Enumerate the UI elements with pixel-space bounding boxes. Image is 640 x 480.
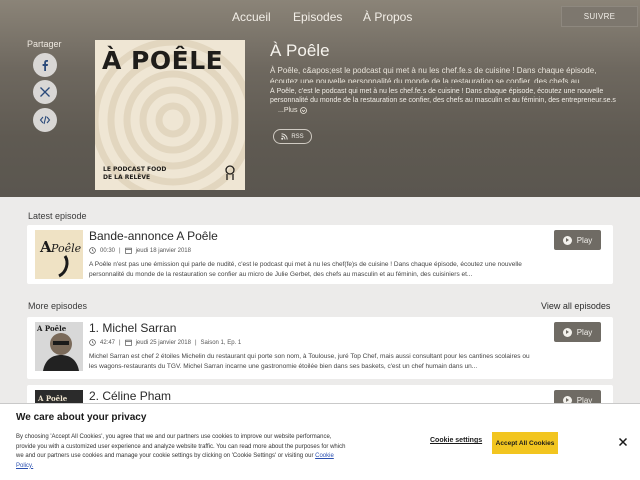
svg-text:A Poêle: A Poêle (37, 394, 68, 403)
episode-thumbnail: A Poêle (35, 322, 83, 371)
follow-button[interactable]: SUIVRE (561, 6, 638, 27)
latest-play-button[interactable]: Play (554, 230, 601, 250)
episode-meta: 00:30 | jeudi 18 janvier 2018 (89, 247, 191, 254)
latest-episode-title[interactable]: Bande-annonce A Poêle (89, 229, 218, 243)
episode-thumbnail: A Poêle (35, 230, 83, 279)
latest-episode-description: A Poêle n'est pas une émission qui parle… (89, 261, 522, 278)
x-icon (40, 87, 50, 97)
show-description-long: À Poêle, c'est le podcast qui met à nu l… (270, 88, 616, 104)
latest-episode-card[interactable]: A Poêle Bande-annonce A Poêle 00:30 | je… (27, 225, 613, 284)
episode-card[interactable]: A Poêle 1. Michel Sarran 42:47 | jeudi 2… (27, 317, 613, 379)
play-icon (562, 235, 572, 245)
calendar-icon (124, 339, 132, 346)
rss-button[interactable]: RSS (273, 129, 312, 144)
episode-play-button[interactable]: Play (554, 322, 601, 342)
episode-title[interactable]: 2. Céline Pham (89, 389, 171, 403)
nav-about-link[interactable]: À Propos (363, 10, 412, 24)
cover-title: À POÊLE (102, 46, 224, 75)
show-description-short: À Poêle, c&apos;est le podcast qui met à… (270, 66, 597, 83)
clock-icon (89, 247, 96, 254)
share-facebook-button[interactable] (33, 53, 57, 77)
svg-text:Poêle: Poêle (50, 242, 82, 255)
cover-subtitle: LE PODCAST FOOD DE LA RELÈVE (103, 166, 167, 181)
cover-thumbnail-icon: A Poêle (39, 238, 82, 278)
clock-icon (89, 339, 96, 346)
episode-title[interactable]: 1. Michel Sarran (89, 321, 176, 335)
cookie-title: We care about your privacy (16, 412, 147, 423)
chevron-down-circle-icon (300, 107, 308, 114)
chef-portrait-icon: A Poêle (35, 322, 83, 371)
accept-all-cookies-button[interactable]: Accept All Cookies (492, 432, 558, 454)
cookie-settings-button[interactable]: Cookie settings (430, 437, 482, 444)
podcast-hero: Accueil Episodes À Propos SUIVRE Partage… (0, 0, 640, 197)
cookie-banner: We care about your privacy By choosing '… (0, 403, 640, 480)
latest-episode-label: Latest episode (28, 211, 87, 221)
play-icon (562, 327, 572, 337)
show-title: À Poêle (270, 41, 330, 60)
share-label: Partager (27, 39, 62, 49)
close-icon[interactable] (618, 437, 628, 447)
nav-home-link[interactable]: Accueil (232, 10, 271, 24)
nav-episodes-link[interactable]: Episodes (293, 10, 342, 24)
more-episodes-label: More episodes (28, 301, 88, 311)
facebook-icon (42, 60, 48, 71)
show-more-link[interactable]: ...Plus (278, 107, 308, 114)
embed-icon (39, 115, 51, 125)
top-nav: Accueil Episodes À Propos SUIVRE (0, 0, 640, 33)
calendar-icon (124, 247, 132, 254)
share-embed-button[interactable] (33, 108, 57, 132)
cookie-text: By choosing 'Accept All Cookies', you ag… (16, 434, 346, 469)
podcast-cover-art: À POÊLE LE PODCAST FOOD DE LA RELÈVE (95, 40, 245, 190)
svg-text:A Poêle: A Poêle (36, 324, 67, 333)
chef-logo-icon (225, 165, 235, 180)
episode-description: Michel Sarran est chef 2 étoiles Micheli… (89, 353, 530, 370)
view-all-episodes-link[interactable]: View all episodes (541, 301, 610, 311)
episode-meta: 42:47 | jeudi 25 janvier 2018 | Saison 1… (89, 339, 241, 346)
rss-icon (281, 133, 288, 140)
share-x-button[interactable] (33, 80, 57, 104)
